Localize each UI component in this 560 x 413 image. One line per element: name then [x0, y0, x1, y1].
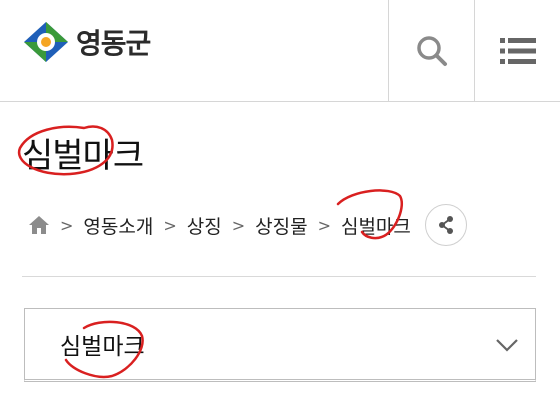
county-emblem-icon — [24, 22, 68, 62]
breadcrumb: > 영동소개 > 상징 > 상징물 > 심벌마크 — [28, 204, 467, 246]
breadcrumb-separator: > — [163, 215, 177, 235]
breadcrumb-item-current: 심벌마크 — [340, 215, 411, 238]
breadcrumb-item-symbols[interactable]: 상징물 — [255, 212, 307, 239]
logo-text: 영동군 — [76, 27, 151, 60]
breadcrumb-item-about[interactable]: 영동소개 — [83, 212, 153, 239]
share-icon — [438, 216, 453, 234]
site-logo[interactable]: 영동군 — [22, 20, 151, 64]
submenu-select-value: 심벌마크 — [60, 334, 145, 360]
breadcrumb-separator: > — [317, 215, 331, 235]
menu-icon — [499, 37, 536, 64]
search-button[interactable] — [388, 0, 474, 101]
home-icon — [29, 216, 49, 234]
breadcrumb-separator: > — [60, 215, 74, 235]
site-header: 영동군 — [0, 0, 560, 102]
breadcrumb-separator: > — [231, 215, 246, 235]
breadcrumb-item-symbol[interactable]: 상징 — [187, 212, 222, 239]
menu-button[interactable] — [474, 0, 560, 101]
section-divider — [22, 276, 536, 277]
breadcrumb-home[interactable] — [28, 214, 50, 236]
share-button[interactable] — [424, 204, 467, 246]
page-title: 심벌마크 — [22, 136, 144, 176]
submenu-select[interactable]: 심벌마크 — [24, 308, 536, 382]
chevron-down-icon — [496, 339, 518, 352]
search-icon — [416, 35, 447, 66]
